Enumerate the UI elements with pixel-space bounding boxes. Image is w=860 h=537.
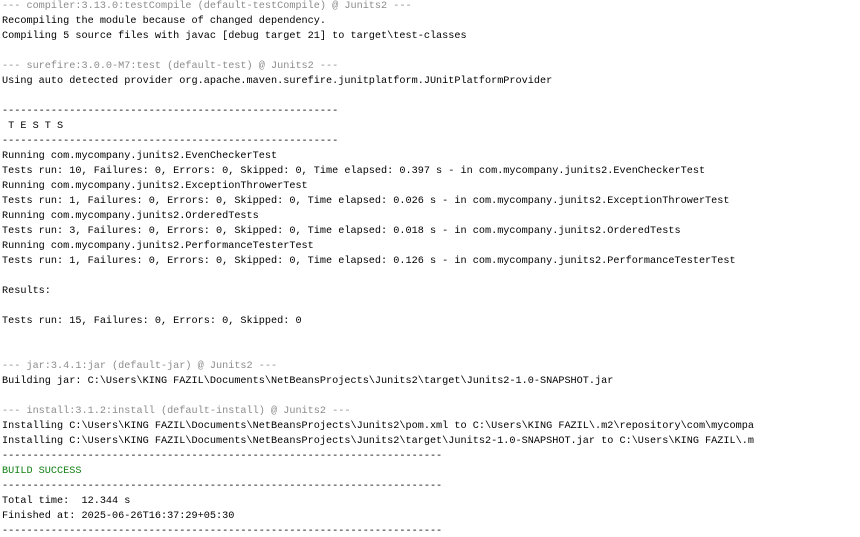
output-line: Installing C:\Users\KING FAZIL\Documents… <box>2 436 754 447</box>
output-line: Tests run: 3, Failures: 0, Errors: 0, Sk… <box>2 226 681 237</box>
output-line: Compiling 5 source files with javac [deb… <box>2 31 467 42</box>
output-line: Using auto detected provider org.apache.… <box>2 76 553 87</box>
output-line: Results: <box>2 286 51 297</box>
output-line: --- install:3.1.2:install (default-insta… <box>2 406 351 417</box>
output-line: Running com.mycompany.junits2.Performanc… <box>2 241 314 252</box>
output-line: Running com.mycompany.junits2.OrderedTes… <box>2 211 259 222</box>
output-line: Running com.mycompany.junits2.ExceptionT… <box>2 181 308 192</box>
build-status-line: BUILD SUCCESS <box>2 466 82 477</box>
output-line: Total time: 12.344 s <box>2 496 131 507</box>
output-line: --- compiler:3.13.0:testCompile (default… <box>2 1 412 12</box>
output-line: Tests run: 1, Failures: 0, Errors: 0, Sk… <box>2 256 736 267</box>
output-line: Running com.mycompany.junits2.EvenChecke… <box>2 151 278 162</box>
output-line: T E S T S <box>2 121 64 132</box>
output-line: Tests run: 10, Failures: 0, Errors: 0, S… <box>2 166 706 177</box>
output-line: Finished at: 2025-06-26T16:37:29+05:30 <box>2 511 235 522</box>
output-line: ----------------------------------------… <box>2 481 443 492</box>
output-line: Installing C:\Users\KING FAZIL\Documents… <box>2 421 754 432</box>
output-line: ----------------------------------------… <box>2 136 339 147</box>
output-line: --- jar:3.4.1:jar (default-jar) @ Junits… <box>2 361 278 372</box>
output-line: ----------------------------------------… <box>2 526 443 537</box>
output-line: ----------------------------------------… <box>2 451 443 462</box>
output-line: Building jar: C:\Users\KING FAZIL\Docume… <box>2 376 614 387</box>
output-line: ----------------------------------------… <box>2 106 339 117</box>
output-line: Tests run: 1, Failures: 0, Errors: 0, Sk… <box>2 196 730 207</box>
output-line: --- surefire:3.0.0-M7:test (default-test… <box>2 61 339 72</box>
output-line: Recompiling the module because of change… <box>2 16 327 27</box>
build-output-console: --- compiler:3.13.0:testCompile (default… <box>0 0 860 537</box>
output-line: Tests run: 15, Failures: 0, Errors: 0, S… <box>2 316 302 327</box>
